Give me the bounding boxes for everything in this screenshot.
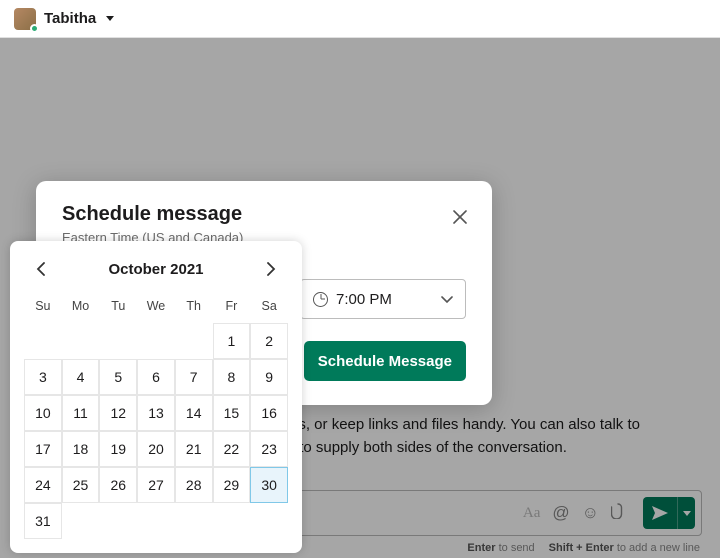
close-button[interactable] — [448, 205, 472, 229]
calendar-day[interactable]: 4 — [62, 359, 100, 395]
calendar-day[interactable]: 8 — [213, 359, 251, 395]
next-month-button[interactable] — [260, 257, 284, 281]
calendar-day[interactable]: 2 — [250, 323, 288, 359]
calendar-empty-cell — [137, 323, 175, 359]
calendar-day[interactable]: 28 — [175, 467, 213, 503]
calendar-day[interactable]: 26 — [99, 467, 137, 503]
calendar-day[interactable]: 23 — [250, 431, 288, 467]
calendar-day[interactable]: 15 — [213, 395, 251, 431]
prev-month-button[interactable] — [28, 257, 52, 281]
calendar-day[interactable]: 3 — [24, 359, 62, 395]
chevron-down-icon[interactable] — [106, 16, 114, 21]
calendar-dow: Mo — [62, 293, 100, 323]
schedule-message-button[interactable]: Schedule Message — [304, 341, 466, 381]
calendar-day[interactable]: 27 — [137, 467, 175, 503]
calendar-day[interactable]: 17 — [24, 431, 62, 467]
clock-icon — [313, 292, 328, 307]
calendar-day[interactable]: 24 — [24, 467, 62, 503]
calendar-day[interactable]: 1 — [213, 323, 251, 359]
modal-title: Schedule message — [62, 203, 466, 226]
calendar-day[interactable]: 25 — [62, 467, 100, 503]
calendar-day[interactable]: 18 — [62, 431, 100, 467]
chevron-down-icon — [441, 291, 453, 308]
date-picker-popover: October 2021 SuMoTuWeThFrSa1234567891011… — [10, 241, 302, 553]
user-name[interactable]: Tabitha — [44, 10, 96, 27]
calendar-day[interactable]: 22 — [213, 431, 251, 467]
calendar-day[interactable]: 11 — [62, 395, 100, 431]
calendar-month-label: October 2021 — [108, 261, 203, 278]
calendar-day[interactable]: 29 — [213, 467, 251, 503]
calendar-dow: Tu — [99, 293, 137, 323]
calendar-dow: Th — [175, 293, 213, 323]
calendar-day[interactable]: 31 — [24, 503, 62, 539]
calendar-dow: Fr — [213, 293, 251, 323]
app-header: Tabitha — [0, 0, 720, 38]
calendar-day[interactable]: 21 — [175, 431, 213, 467]
calendar-dow: We — [137, 293, 175, 323]
calendar-day[interactable]: 19 — [99, 431, 137, 467]
calendar-day[interactable]: 7 — [175, 359, 213, 395]
presence-dot — [30, 24, 39, 33]
calendar-day[interactable]: 14 — [175, 395, 213, 431]
calendar-day[interactable]: 30 — [250, 467, 288, 503]
time-select[interactable]: 7:00 PM — [300, 279, 466, 319]
calendar-day[interactable]: 9 — [250, 359, 288, 395]
calendar-empty-cell — [99, 323, 137, 359]
calendar-day[interactable]: 12 — [99, 395, 137, 431]
calendar-day[interactable]: 5 — [99, 359, 137, 395]
calendar-day[interactable]: 20 — [137, 431, 175, 467]
calendar-day[interactable]: 13 — [137, 395, 175, 431]
calendar-empty-cell — [175, 323, 213, 359]
calendar-day[interactable]: 10 — [24, 395, 62, 431]
calendar-dow: Su — [24, 293, 62, 323]
calendar-dow: Sa — [250, 293, 288, 323]
calendar-header: October 2021 — [24, 257, 288, 281]
avatar[interactable] — [14, 8, 36, 30]
calendar-day[interactable]: 16 — [250, 395, 288, 431]
calendar-empty-cell — [24, 323, 62, 359]
calendar-day[interactable]: 6 — [137, 359, 175, 395]
time-value: 7:00 PM — [336, 291, 392, 308]
calendar-grid: SuMoTuWeThFrSa12345678910111213141516171… — [24, 293, 288, 539]
calendar-empty-cell — [62, 323, 100, 359]
